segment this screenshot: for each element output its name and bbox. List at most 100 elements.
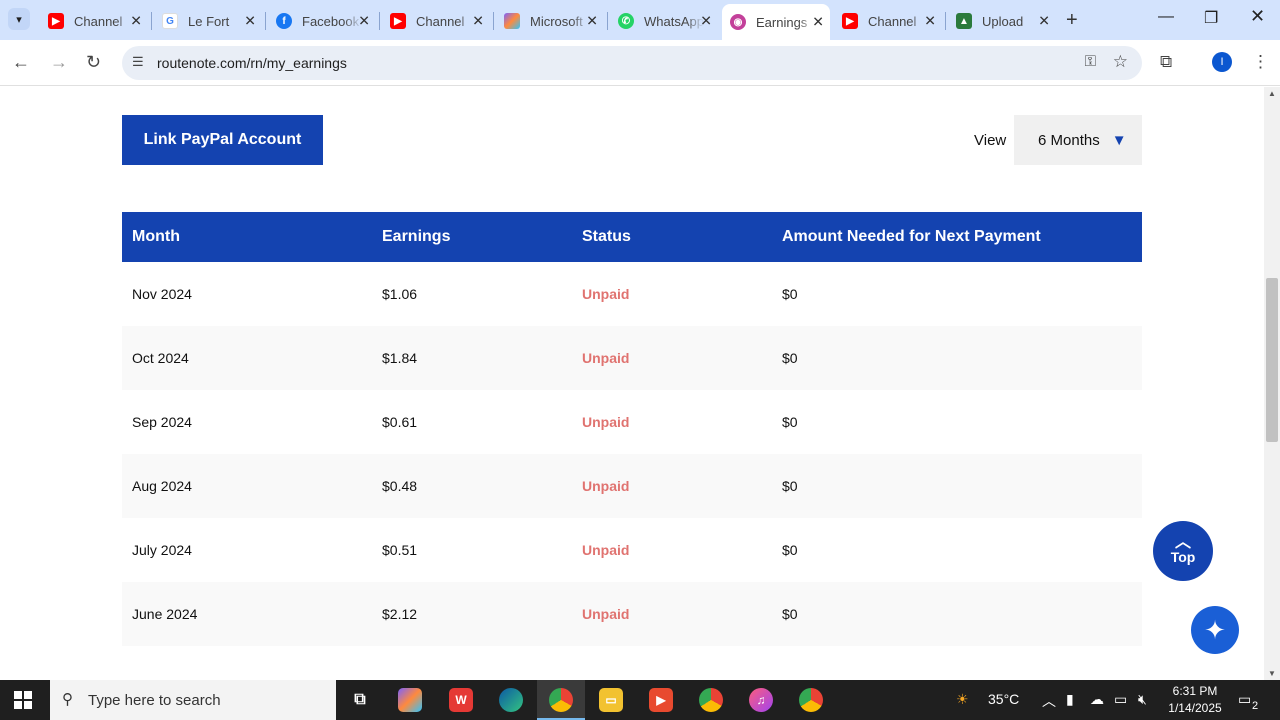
sparkle-icon: ✦ — [1204, 614, 1226, 645]
cell-month: Sep 2024 — [132, 414, 192, 430]
restore-icon[interactable]: ❐ — [1204, 8, 1218, 28]
cell-amount-needed: $0 — [782, 606, 798, 622]
close-tab-icon[interactable]: ✕ — [130, 13, 142, 30]
ai-assistant-button[interactable]: ✦ — [1191, 606, 1239, 654]
system-clock[interactable]: 6:31 PM 1/14/2025 — [1160, 683, 1230, 717]
chrome-profile-icon[interactable] — [549, 688, 573, 712]
cell-earnings: $2.12 — [382, 606, 418, 622]
copilot-app-icon[interactable] — [398, 688, 422, 712]
page-content: Link PayPal Account View 6 Months ▼ Mont… — [0, 87, 1264, 680]
tab-youtube-channel-2[interactable]: ▶ Channel ✕ — [382, 8, 490, 34]
bookmark-star-icon[interactable]: ☆ — [1113, 52, 1128, 72]
table-row: July 2024 $0.51 Unpaid $0 — [122, 518, 1142, 582]
password-key-icon[interactable]: ⚿ — [1085, 53, 1096, 70]
close-tab-icon[interactable]: ✕ — [472, 13, 484, 30]
upload-icon: ▲ — [956, 13, 972, 29]
address-bar[interactable]: ☰ routenote.com/rn/my_earnings ⚿ ☆ — [122, 46, 1142, 80]
hidden-icons-chevron-icon[interactable]: ︿ — [1042, 691, 1056, 711]
temperature[interactable]: 35°C — [988, 691, 1019, 707]
chevron-down-icon: ▾ — [16, 13, 22, 26]
taskbar-search-box[interactable]: ⚲ Type here to search — [50, 680, 336, 720]
youtube-icon: ▶ — [842, 13, 858, 29]
youtube-icon: ▶ — [390, 13, 406, 29]
itunes-icon[interactable]: ♫ — [749, 688, 773, 712]
close-tab-icon[interactable]: ✕ — [700, 13, 712, 30]
clock-date: 1/14/2025 — [1168, 701, 1222, 715]
cell-month: Oct 2024 — [132, 350, 189, 366]
task-view-icon[interactable]: ⧉ — [348, 688, 372, 712]
table-row: Aug 2024 $0.48 Unpaid $0 — [122, 454, 1142, 518]
close-tab-icon[interactable]: ✕ — [244, 13, 256, 30]
top-label: Top — [1170, 549, 1196, 565]
notification-count: 2 — [1252, 700, 1259, 712]
site-settings-icon[interactable]: ☰ — [132, 54, 144, 70]
routenote-icon: ◉ — [730, 14, 746, 30]
tab-youtube-channel-3[interactable]: ▶ Channel ✕ — [834, 8, 942, 34]
header-amount-needed: Amount Needed for Next Payment — [782, 228, 1041, 245]
search-placeholder: Type here to search — [88, 691, 221, 709]
cell-status: Unpaid — [582, 478, 630, 494]
dropdown-arrow-icon: ▼ — [1111, 131, 1127, 149]
battery-icon[interactable]: ▭ — [1114, 691, 1127, 708]
forward-icon[interactable]: → — [50, 52, 68, 73]
table-header: Month Earnings Status Amount Needed for … — [122, 212, 1142, 262]
close-tab-icon[interactable]: ✕ — [924, 13, 936, 30]
chrome-profile-2-icon[interactable] — [799, 688, 823, 712]
menu-icon[interactable]: ⋮ — [1252, 52, 1269, 72]
notification-center-icon[interactable]: ▭ — [1238, 691, 1251, 708]
cell-amount-needed: $0 — [782, 542, 798, 558]
weather-icon[interactable]: ☀ — [956, 691, 969, 708]
tab-earnings-active[interactable]: ◉ Earnings ✕ — [722, 4, 830, 40]
close-tab-icon[interactable]: ✕ — [358, 13, 370, 30]
profile-avatar[interactable]: I — [1212, 52, 1232, 72]
search-icon: ⚲ — [62, 691, 73, 708]
reload-icon[interactable]: ↻ — [86, 52, 101, 73]
windows-taskbar: ⚲ Type here to search ⧉ W ▭ ▶ ♫ ☀ 35°C ︿… — [0, 680, 1280, 720]
onedrive-icon[interactable]: ☁ — [1090, 691, 1104, 708]
link-paypal-button[interactable]: Link PayPal Account — [122, 115, 323, 165]
earnings-table: Month Earnings Status Amount Needed for … — [122, 212, 1142, 646]
tab-facebook[interactable]: f Facebook ✕ — [268, 8, 376, 34]
table-row: Sep 2024 $0.61 Unpaid $0 — [122, 390, 1142, 454]
windows-start-icon[interactable] — [14, 691, 32, 709]
url-text: routenote.com/rn/my_earnings — [157, 55, 347, 71]
tab-whatsapp[interactable]: ✆ WhatsApp ✕ — [610, 8, 718, 34]
table-row: June 2024 $2.12 Unpaid $0 — [122, 582, 1142, 646]
tab-microsoft-copilot[interactable]: Microsoft ✕ — [496, 8, 604, 34]
browser-toolbar: ← → ↻ ☰ routenote.com/rn/my_earnings ⚿ ☆… — [0, 40, 1280, 86]
close-window-icon[interactable]: ✕ — [1250, 6, 1265, 27]
view-period-select[interactable]: 6 Months ▼ — [1014, 115, 1142, 165]
microphone-icon[interactable]: ▮ — [1066, 691, 1074, 708]
cell-earnings: $0.48 — [382, 478, 418, 494]
close-tab-icon[interactable]: ✕ — [1038, 13, 1050, 30]
scroll-up-icon[interactable]: ▲ — [1268, 89, 1276, 98]
tab-youtube-channel-1[interactable]: ▶ Channel ✕ — [40, 8, 148, 34]
page-scrollbar[interactable]: ▲ ▼ — [1264, 87, 1280, 680]
back-icon[interactable]: ← — [12, 52, 30, 73]
extensions-icon[interactable]: ⧉ — [1160, 52, 1172, 72]
file-explorer-icon[interactable]: ▭ — [599, 688, 623, 712]
tab-search-button[interactable]: ▾ — [8, 8, 30, 30]
back-to-top-button[interactable]: ︿ Top — [1153, 521, 1213, 581]
minimize-icon[interactable]: — — [1158, 8, 1174, 26]
tab-google-le-fort[interactable]: G Le Fort ✕ — [154, 8, 262, 34]
close-tab-icon[interactable]: ✕ — [812, 14, 824, 31]
cell-earnings: $0.51 — [382, 542, 418, 558]
cell-status: Unpaid — [582, 286, 630, 302]
new-tab-icon[interactable]: + — [1066, 9, 1078, 32]
clock-time: 6:31 PM — [1172, 684, 1218, 698]
volume-muted-icon[interactable]: 🔇︎ — [1138, 691, 1147, 708]
chrome-icon[interactable] — [699, 688, 723, 712]
cell-amount-needed: $0 — [782, 414, 798, 430]
wps-office-icon[interactable]: W — [449, 688, 473, 712]
video-editor-icon[interactable]: ▶ — [649, 688, 673, 712]
cell-month: Aug 2024 — [132, 478, 192, 494]
tab-upload[interactable]: ▲ Upload ✕ — [948, 8, 1056, 34]
scrollbar-thumb[interactable] — [1266, 278, 1278, 442]
edge-icon[interactable] — [499, 688, 523, 712]
close-tab-icon[interactable]: ✕ — [586, 13, 598, 30]
cell-amount-needed: $0 — [782, 478, 798, 494]
header-earnings: Earnings — [382, 228, 451, 245]
tab-strip: ▾ ▶ Channel ✕ G Le Fort ✕ f Facebook ✕ ▶… — [0, 0, 1280, 40]
scroll-down-icon[interactable]: ▼ — [1268, 669, 1276, 678]
